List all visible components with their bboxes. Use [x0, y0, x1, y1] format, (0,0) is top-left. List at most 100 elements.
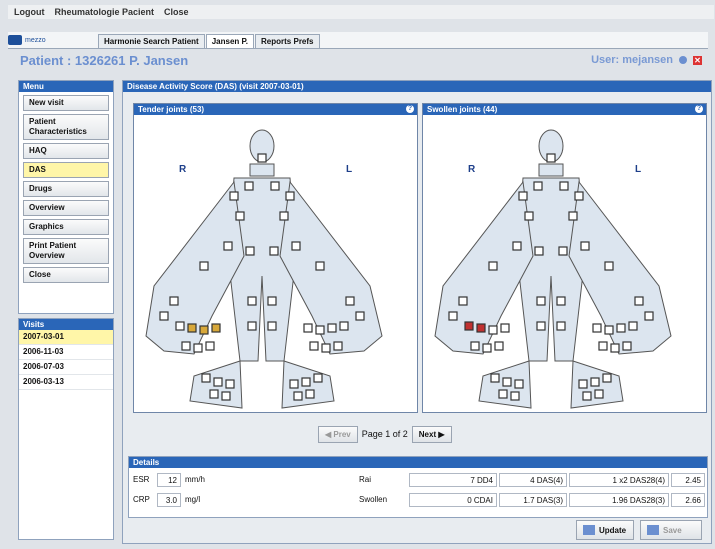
visit-item[interactable]: 2006-03-13	[19, 375, 113, 390]
menu-close-button[interactable]: Close	[23, 267, 109, 283]
joint-marker[interactable]	[267, 321, 277, 331]
joint-marker[interactable]	[247, 321, 257, 331]
joint-marker[interactable]	[510, 391, 520, 401]
joint-marker[interactable]	[500, 323, 510, 333]
joint-marker[interactable]	[291, 241, 301, 251]
menu-rheumatologie-pacient[interactable]: Rheumatologie Pacient	[55, 7, 155, 17]
help-icon[interactable]: ?	[695, 105, 703, 113]
joint-marker[interactable]	[622, 341, 632, 351]
joint-marker[interactable]	[355, 311, 365, 321]
menu-logout[interactable]: Logout	[14, 7, 45, 17]
joint-marker[interactable]	[315, 325, 325, 335]
esr-value[interactable]: 12	[157, 473, 181, 487]
menu-patient-characteristics-button[interactable]: Patient Characteristics	[23, 114, 109, 140]
joint-marker[interactable]	[267, 296, 277, 306]
joint-marker[interactable]	[309, 341, 319, 351]
menu-drugs-button[interactable]: Drugs	[23, 181, 109, 197]
save-button[interactable]: Save	[640, 520, 702, 540]
joint-marker[interactable]	[159, 311, 169, 321]
joint-marker[interactable]	[464, 321, 474, 331]
joint-marker[interactable]	[512, 241, 522, 251]
joint-marker[interactable]	[628, 321, 638, 331]
tab-reports-prefs[interactable]: Reports Prefs	[255, 34, 320, 48]
joint-marker[interactable]	[602, 373, 612, 383]
update-button[interactable]: Update	[576, 520, 634, 540]
joint-marker[interactable]	[534, 246, 544, 256]
joint-marker[interactable]	[556, 321, 566, 331]
joint-marker[interactable]	[524, 211, 534, 221]
joint-marker[interactable]	[244, 181, 254, 191]
joint-marker[interactable]	[582, 391, 592, 401]
joint-marker[interactable]	[305, 389, 315, 399]
joint-marker[interactable]	[536, 321, 546, 331]
menu-haq-button[interactable]: HAQ	[23, 143, 109, 159]
menu-graphics-button[interactable]: Graphics	[23, 219, 109, 235]
joint-marker[interactable]	[546, 153, 556, 163]
joint-marker[interactable]	[536, 296, 546, 306]
joint-marker[interactable]	[279, 211, 289, 221]
visit-item[interactable]: 2006-11-03	[19, 345, 113, 360]
visit-item[interactable]: 2007-03-01	[19, 330, 113, 345]
joint-marker[interactable]	[205, 341, 215, 351]
joint-marker[interactable]	[458, 296, 468, 306]
menu-close[interactable]: Close	[164, 7, 189, 17]
joint-marker[interactable]	[285, 191, 295, 201]
joint-marker[interactable]	[293, 391, 303, 401]
joint-marker[interactable]	[270, 181, 280, 191]
joint-marker[interactable]	[616, 323, 626, 333]
joint-marker[interactable]	[574, 191, 584, 201]
joint-marker[interactable]	[301, 377, 311, 387]
joint-marker[interactable]	[211, 323, 221, 333]
joint-marker[interactable]	[482, 343, 492, 353]
joint-marker[interactable]	[181, 341, 191, 351]
joint-marker[interactable]	[303, 323, 313, 333]
close-icon[interactable]: ✕	[693, 55, 702, 65]
joint-marker[interactable]	[199, 261, 209, 271]
joint-marker[interactable]	[339, 321, 349, 331]
joint-marker[interactable]	[333, 341, 343, 351]
joint-marker[interactable]	[213, 377, 223, 387]
joint-marker[interactable]	[321, 343, 331, 353]
joint-marker[interactable]	[199, 325, 209, 335]
joint-marker[interactable]	[644, 311, 654, 321]
joint-marker[interactable]	[502, 377, 512, 387]
joint-marker[interactable]	[498, 389, 508, 399]
joint-marker[interactable]	[245, 246, 255, 256]
joint-marker[interactable]	[313, 373, 323, 383]
joint-marker[interactable]	[494, 341, 504, 351]
joint-marker[interactable]	[225, 379, 235, 389]
prev-button[interactable]: ◀ Prev	[318, 425, 358, 443]
pin-icon[interactable]	[679, 56, 687, 64]
joint-marker[interactable]	[598, 341, 608, 351]
menu-das-button[interactable]: DAS	[23, 162, 109, 178]
visit-item[interactable]: 2006-07-03	[19, 360, 113, 375]
tab-harmonie-search-patient[interactable]: Harmonie Search Patient	[98, 34, 205, 48]
joint-marker[interactable]	[187, 323, 197, 333]
joint-marker[interactable]	[594, 389, 604, 399]
joint-marker[interactable]	[345, 296, 355, 306]
joint-marker[interactable]	[229, 191, 239, 201]
joint-marker[interactable]	[590, 377, 600, 387]
joint-marker[interactable]	[518, 191, 528, 201]
joint-marker[interactable]	[175, 321, 185, 331]
crp-value[interactable]: 3.0	[157, 493, 181, 507]
joint-marker[interactable]	[558, 246, 568, 256]
joint-marker[interactable]	[247, 296, 257, 306]
joint-marker[interactable]	[604, 261, 614, 271]
joint-marker[interactable]	[580, 241, 590, 251]
help-icon[interactable]: ?	[406, 105, 414, 113]
tab-jansen-p[interactable]: Jansen P.	[205, 34, 255, 48]
joint-marker[interactable]	[604, 325, 614, 335]
joint-marker[interactable]	[514, 379, 524, 389]
joint-marker[interactable]	[201, 373, 211, 383]
joint-marker[interactable]	[470, 341, 480, 351]
joint-marker[interactable]	[193, 343, 203, 353]
joint-marker[interactable]	[257, 153, 267, 163]
joint-marker[interactable]	[533, 181, 543, 191]
joint-marker[interactable]	[448, 311, 458, 321]
joint-marker[interactable]	[223, 241, 233, 251]
joint-marker[interactable]	[488, 325, 498, 335]
joint-marker[interactable]	[559, 181, 569, 191]
joint-marker[interactable]	[221, 391, 231, 401]
joint-marker[interactable]	[476, 323, 486, 333]
